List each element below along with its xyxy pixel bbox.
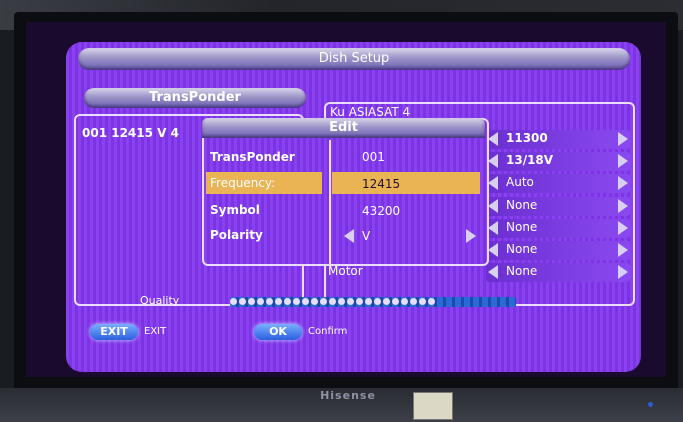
symbol-field-label: Symbol <box>210 203 260 217</box>
frequency-field[interactable] <box>332 172 480 194</box>
quality-dot <box>410 298 417 305</box>
frequency-field-label: Frequency: <box>210 176 276 190</box>
quality-dot <box>401 298 408 305</box>
quality-level-indicator <box>230 296 440 308</box>
polarity-field-label: Polarity <box>210 228 263 242</box>
frequency-field-value[interactable]: 12415 <box>362 177 400 191</box>
polarity-field-value[interactable]: V <box>362 229 370 243</box>
quality-dot <box>419 298 426 305</box>
quality-dot <box>248 298 255 305</box>
dialog-divider <box>329 140 331 264</box>
menu-title: Dish Setup <box>78 48 630 70</box>
quality-dot <box>329 298 336 305</box>
quality-dot <box>293 298 300 305</box>
satellite-name: Ku ASIASAT 4 <box>330 105 411 119</box>
quality-dot <box>338 298 345 305</box>
quality-dot <box>257 298 264 305</box>
setting-value: 11300 <box>506 131 548 145</box>
quality-dot <box>311 298 318 305</box>
quality-dot <box>230 298 237 305</box>
setting-value: Auto <box>506 175 534 189</box>
energy-sticker <box>413 392 453 420</box>
tv-brand-logo: Hisense <box>320 389 376 402</box>
quality-dot <box>239 298 246 305</box>
tv-screen: Dish Setup TransPonder 001 12415 V 4 Ku … <box>26 22 666 377</box>
transponder-list-item[interactable]: 001 12415 V 4 <box>82 126 179 140</box>
power-led-icon <box>648 402 653 407</box>
transponder-header: TransPonder <box>84 88 306 108</box>
exit-button-label: EXIT <box>144 326 167 337</box>
quality-dot <box>392 298 399 305</box>
setting-value: None <box>506 242 538 256</box>
quality-dot <box>302 298 309 305</box>
setting-value: None <box>506 264 538 278</box>
quality-dot <box>356 298 363 305</box>
quality-dot <box>266 298 273 305</box>
edit-dialog-title: Edit <box>202 118 485 138</box>
quality-dot <box>374 298 381 305</box>
ok-button-label: Confirm <box>308 326 348 337</box>
quality-dot <box>347 298 354 305</box>
exit-button[interactable]: EXIT <box>90 324 138 340</box>
motor-label: Motor <box>328 264 363 278</box>
setting-value: None <box>506 220 538 234</box>
quality-dot <box>383 298 390 305</box>
quality-dot <box>275 298 282 305</box>
quality-label: Quality <box>140 294 180 307</box>
setting-value: 13/18V <box>506 153 554 167</box>
quality-dot <box>365 298 372 305</box>
symbol-field-value[interactable]: 43200 <box>362 204 400 218</box>
quality-dot <box>428 298 435 305</box>
quality-dot <box>284 298 291 305</box>
quality-dot <box>320 298 327 305</box>
transponder-field-label: TransPonder <box>210 150 295 164</box>
ok-button[interactable]: OK <box>254 324 302 340</box>
setting-value: None <box>506 198 538 212</box>
transponder-field-value[interactable]: 001 <box>362 150 385 164</box>
